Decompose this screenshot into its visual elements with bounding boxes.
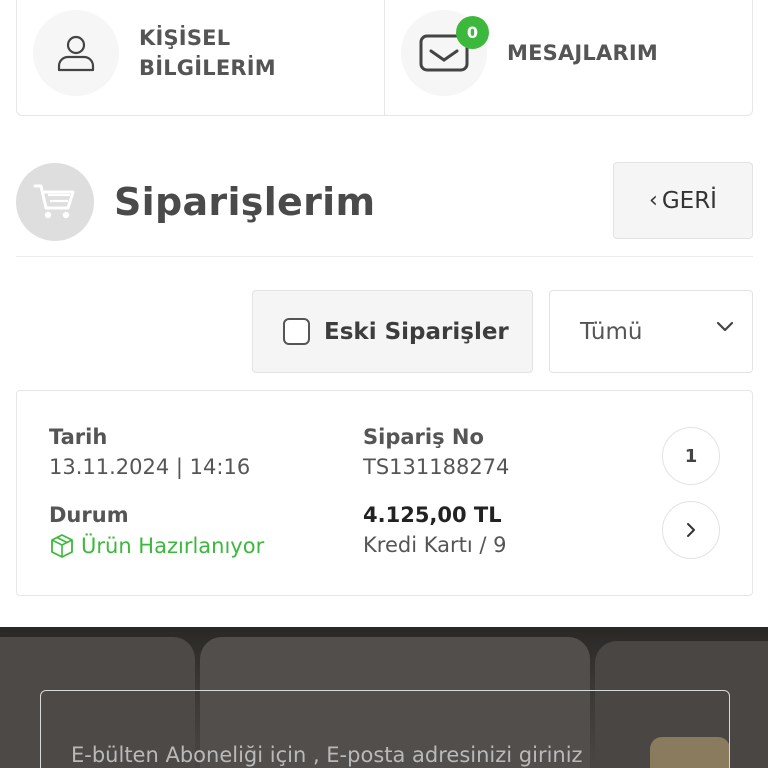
messages-count-badge: 0 [456, 16, 489, 49]
back-button[interactable]: ‹ GERİ [613, 162, 753, 239]
chevron-down-icon [716, 321, 734, 332]
user-icon [57, 35, 95, 72]
order-item-count: 1 [662, 427, 720, 485]
header-divider [16, 256, 753, 257]
newsletter-box [40, 690, 730, 768]
personal-info-label: KİŞİSEL BİLGİLERİM [139, 23, 276, 83]
page-title: Siparişlerim [114, 180, 376, 224]
order-payment: Kredi Kartı / 9 [363, 533, 507, 557]
order-date-value: 13.11.2024 | 14:16 [49, 455, 251, 479]
personal-info-label-line2: BİLGİLERİM [139, 56, 276, 80]
newsletter-banner [0, 627, 768, 768]
order-date-label: Tarih [49, 425, 108, 449]
package-icon [51, 534, 73, 558]
back-button-label: GERİ [661, 187, 717, 214]
messages-label: MESAJLARIM [507, 41, 658, 65]
order-number-value: TS131188274 [363, 455, 510, 479]
order-status-label: Durum [49, 503, 129, 527]
order-status: Ürün Hazırlanıyor [49, 533, 264, 559]
personal-info-icon-circle [33, 10, 119, 96]
order-card: Tarih 13.11.2024 | 14:16 Sipariş No TS13… [16, 390, 753, 596]
chevron-right-icon [687, 523, 695, 537]
order-amount: 4.125,00 TL [363, 503, 502, 527]
order-status-value: Ürün Hazırlanıyor [81, 534, 265, 558]
order-detail-button[interactable] [662, 501, 720, 559]
cart-icon-circle [16, 163, 94, 241]
order-number-label: Sipariş No [363, 425, 484, 449]
old-orders-filter[interactable]: Eski Siparişler [252, 290, 533, 373]
old-orders-checkbox[interactable] [283, 318, 310, 345]
messages-icon-circle: 0 [401, 10, 489, 96]
order-status-select[interactable]: Tümü [549, 290, 753, 373]
chevron-left-icon: ‹ [649, 188, 658, 213]
messages-link[interactable]: 0 MESAJLARIM [384, 0, 752, 115]
old-orders-label: Eski Siparişler [324, 318, 509, 345]
orders-header: Siparişlerim ‹ GERİ [16, 162, 753, 242]
order-status-select-value: Tümü [580, 318, 643, 345]
newsletter-email-input[interactable] [71, 743, 711, 767]
cart-icon [33, 184, 75, 219]
personal-info-link[interactable]: KİŞİSEL BİLGİLERİM [17, 0, 384, 115]
personal-info-label-line1: KİŞİSEL [139, 26, 231, 50]
account-nav: KİŞİSEL BİLGİLERİM 0 MESAJLARIM [16, 0, 753, 116]
